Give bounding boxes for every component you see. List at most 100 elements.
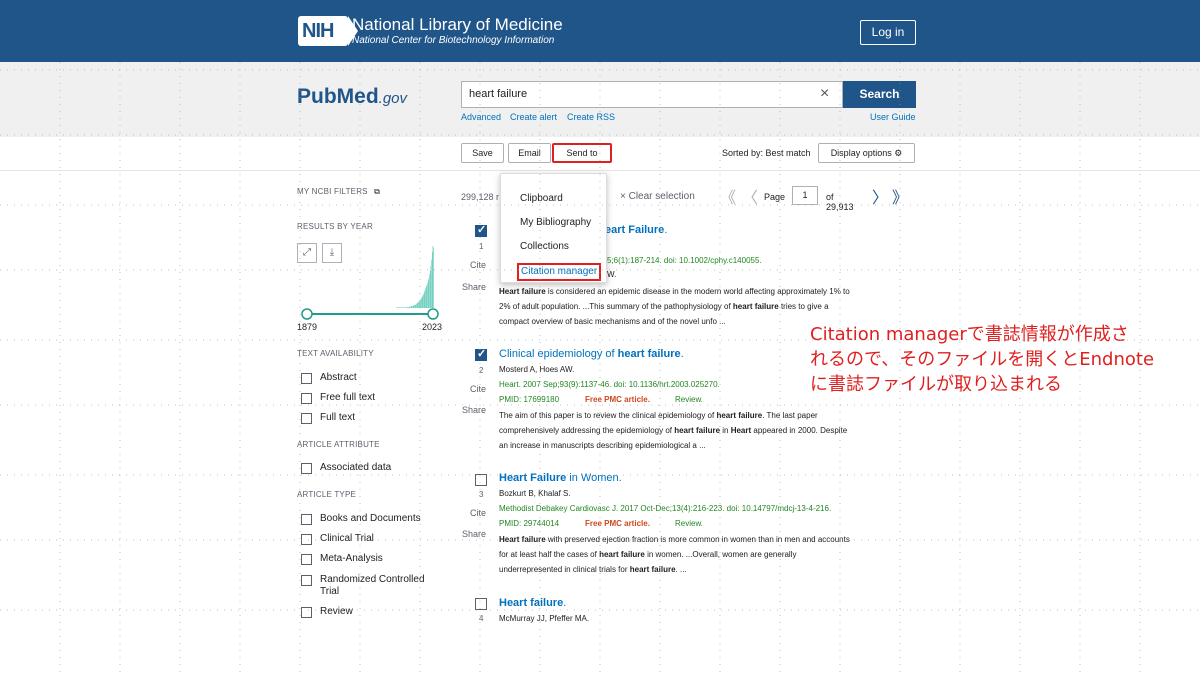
- histogram-bar: [410, 306, 412, 308]
- result-title-bold: Heart Failure: [499, 472, 567, 484]
- result-checkbox[interactable]: [475, 223, 487, 237]
- share-button[interactable]: Share: [462, 282, 486, 292]
- histogram-bar: [420, 299, 421, 308]
- email-button[interactable]: Email: [508, 143, 551, 163]
- user-guide-link[interactable]: User Guide: [870, 112, 916, 122]
- histogram-bar: [431, 259, 432, 308]
- filter-label-continued: Trial: [320, 586, 340, 597]
- nih-subtitle: National Center for Biotechnology Inform…: [352, 35, 555, 46]
- histogram-bar: [396, 307, 397, 308]
- snippet-text: . The last paper: [762, 411, 818, 420]
- year-range-start-handle[interactable]: [301, 308, 313, 320]
- gear-icon: ⚙: [894, 148, 903, 158]
- menu-item-collections[interactable]: Collections: [520, 241, 569, 252]
- histogram-bar: [398, 307, 400, 308]
- nih-logo[interactable]: NIH: [298, 16, 358, 46]
- histogram-bar: [430, 265, 432, 308]
- histogram-bar: [397, 307, 398, 308]
- display-options-label: Display options: [830, 148, 892, 158]
- filter-label: Free full text: [320, 392, 376, 403]
- result-title[interactable]: Heart failure.: [499, 597, 566, 609]
- cite-button[interactable]: Cite: [470, 260, 486, 270]
- snippet-text: 2% of adult population. ...This summary …: [499, 302, 733, 311]
- result-citation: Heart. 2007 Sep;93(9):1137-46. doi: 10.1…: [499, 380, 720, 389]
- result-authors: McMurray JJ, Pfeffer MA.: [499, 614, 590, 623]
- article-attribute-heading: ARTICLE ATTRIBUTE: [297, 440, 380, 449]
- histogram-bar: [408, 306, 410, 308]
- histogram-bar: [428, 278, 430, 308]
- page-number-input[interactable]: 1: [792, 186, 818, 205]
- filter-checkbox[interactable]: [301, 607, 312, 618]
- create-alert-link[interactable]: Create alert: [510, 112, 557, 122]
- cite-button[interactable]: Cite: [470, 384, 486, 394]
- text-availability-heading: TEXT AVAILABILITY: [297, 349, 374, 358]
- filter-checkbox[interactable]: [301, 554, 312, 565]
- create-rss-link[interactable]: Create RSS: [567, 112, 615, 122]
- menu-item-my-bibliography[interactable]: My Bibliography: [520, 217, 591, 228]
- annotation-line: Citation managerで書誌情報が作成さ: [810, 324, 1129, 345]
- advanced-link[interactable]: Advanced: [461, 112, 501, 122]
- snippet-text: The aim of this paper is to review the c…: [499, 411, 717, 420]
- filter-label: Meta-Analysis: [320, 553, 383, 564]
- publication-type: Review.: [675, 519, 704, 528]
- snippet-text: tries to give a: [778, 302, 829, 311]
- result-authors: Bozkurt B, Khalaf S.: [499, 489, 571, 498]
- results-by-year-histogram[interactable]: [300, 240, 440, 320]
- filter-checkbox[interactable]: [301, 534, 312, 545]
- pubmed-logo-med: Med: [336, 85, 379, 108]
- clear-selection-button[interactable]: × Clear selection: [620, 191, 695, 202]
- filter-checkbox[interactable]: [301, 393, 312, 404]
- histogram-bar: [400, 307, 401, 308]
- sorted-by-label[interactable]: Sorted by: Best match: [722, 148, 811, 158]
- nih-header: NIH National Library of Medicine Nationa…: [0, 0, 1200, 62]
- login-button[interactable]: Log in: [860, 20, 916, 45]
- annotation-line: に書誌ファイルが取り込まれる: [810, 374, 1062, 395]
- result-title-tail: .: [563, 597, 567, 609]
- send-to-button[interactable]: Send to: [552, 143, 612, 163]
- histogram-bar: [424, 290, 426, 308]
- save-button[interactable]: Save: [461, 143, 504, 163]
- filter-label: Full text: [320, 412, 356, 423]
- result-checkbox[interactable]: [475, 598, 487, 610]
- my-ncbi-filters[interactable]: MY NCBI FILTERS ⧉: [297, 187, 380, 197]
- share-button[interactable]: Share: [462, 529, 486, 539]
- next-page-icon[interactable]: 〉: [872, 184, 888, 208]
- histogram-bar: [403, 307, 404, 308]
- snippet-text: comprehensively addressing the epidemiol…: [499, 426, 675, 435]
- search-button[interactable]: Search: [843, 81, 916, 108]
- result-title[interactable]: eart Failure.: [605, 224, 667, 236]
- year-range-end-handle[interactable]: [427, 308, 439, 320]
- histogram-bar: [421, 298, 422, 308]
- result-checkbox[interactable]: [475, 474, 487, 486]
- histogram-bar: [433, 247, 434, 308]
- histogram-bar: [409, 306, 411, 308]
- histogram-bar: [408, 306, 409, 308]
- result-title[interactable]: Clinical epidemiology of heart failure.: [499, 348, 684, 360]
- menu-item-citation-manager[interactable]: Citation manager: [517, 263, 602, 281]
- search-input[interactable]: heart failure: [461, 81, 843, 108]
- last-page-icon[interactable]: 》: [892, 184, 908, 208]
- page-label: Page: [764, 192, 786, 202]
- clear-search-icon[interactable]: ×: [820, 85, 829, 103]
- filter-checkbox[interactable]: [301, 514, 312, 525]
- annotation-note: Citation managerで書誌情報が作成さ れるので、そのファイルを開く…: [810, 322, 1190, 397]
- filter-label: Clinical Trial: [320, 533, 374, 544]
- prev-page-icon[interactable]: 〈: [742, 184, 758, 208]
- filter-checkbox[interactable]: [301, 575, 312, 586]
- results-by-year-heading: RESULTS BY YEAR: [297, 222, 373, 231]
- result-number: 4: [479, 614, 484, 623]
- result-title[interactable]: Heart Failure in Women.: [499, 472, 622, 484]
- filter-checkbox[interactable]: [301, 373, 312, 384]
- first-page-icon[interactable]: 《: [720, 184, 736, 208]
- filter-checkbox[interactable]: [301, 463, 312, 474]
- menu-item-clipboard[interactable]: Clipboard: [520, 193, 563, 204]
- result-checkbox[interactable]: [475, 347, 487, 361]
- pubmed-logo[interactable]: PubMed.gov: [297, 85, 407, 109]
- cite-button[interactable]: Cite: [470, 508, 486, 518]
- share-button[interactable]: Share: [462, 405, 486, 415]
- display-options-button[interactable]: Display options ⚙: [818, 143, 915, 163]
- result-snippet: The aim of this paper is to review the c…: [499, 408, 909, 453]
- nih-title[interactable]: National Library of Medicine: [352, 15, 563, 35]
- filter-checkbox[interactable]: [301, 413, 312, 424]
- histogram-bar: [426, 285, 428, 308]
